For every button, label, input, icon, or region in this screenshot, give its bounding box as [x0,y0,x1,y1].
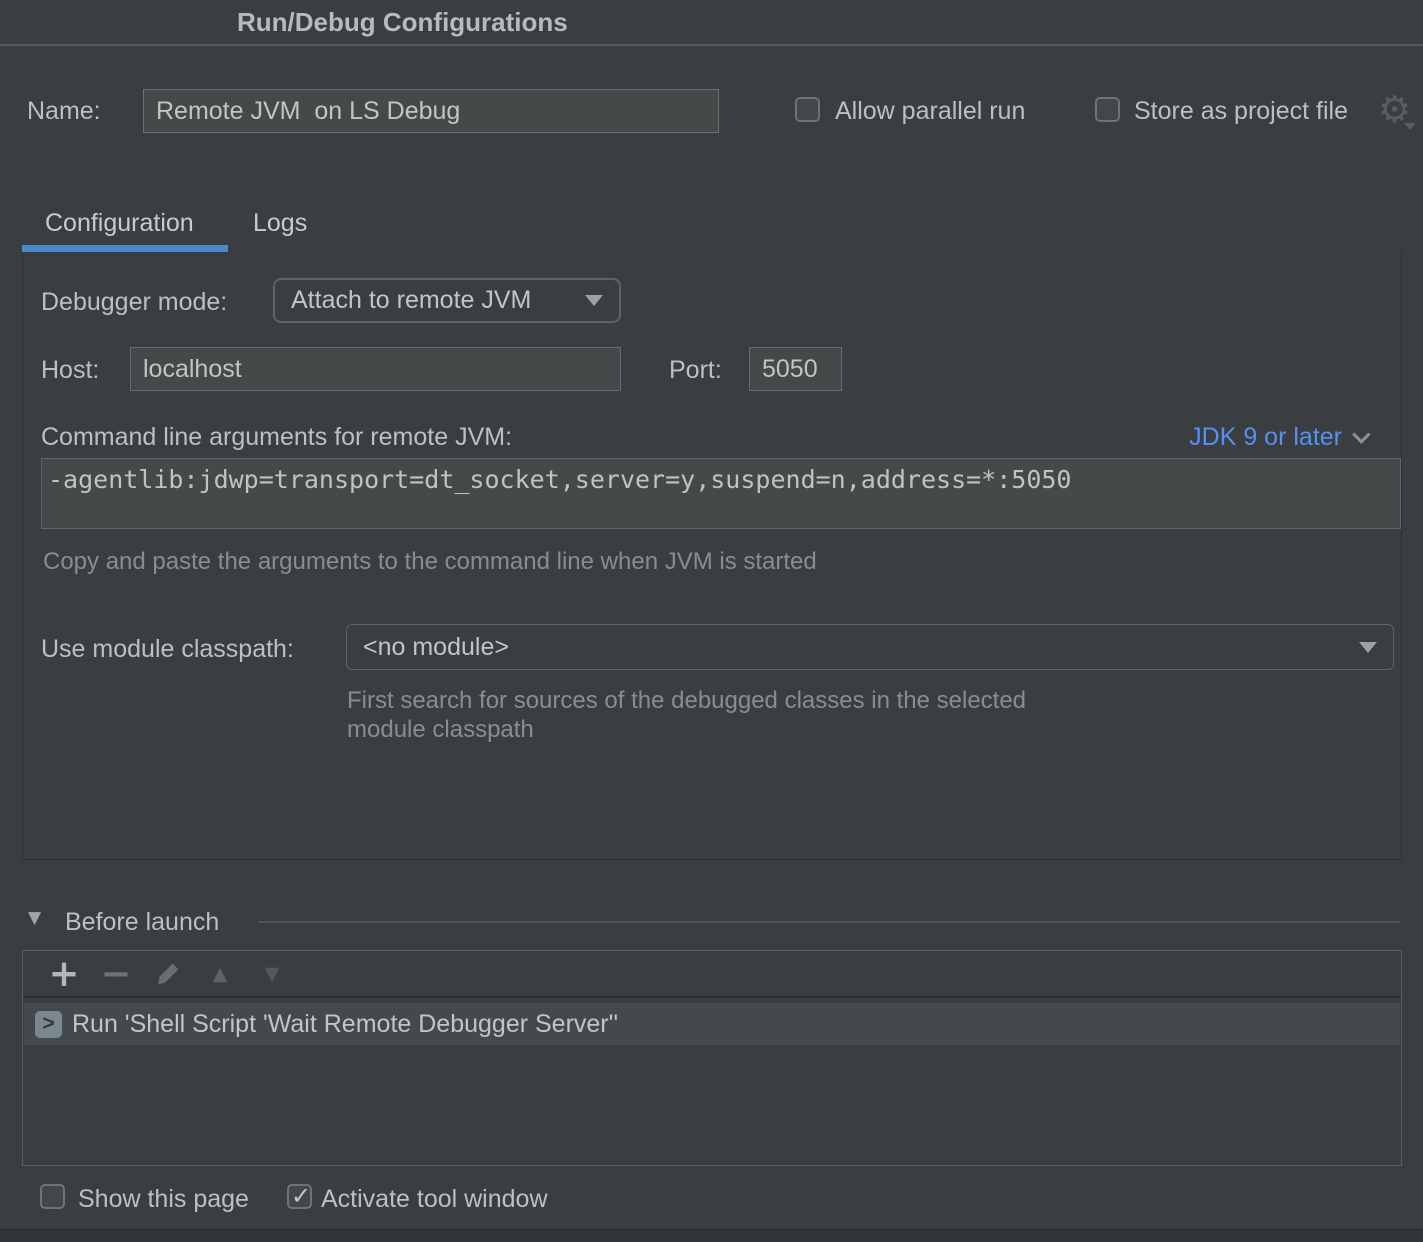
module-classpath-value: <no module> [363,633,509,662]
command-line-hint: Copy and paste the arguments to the comm… [43,548,817,576]
before-launch-task-label: Run 'Shell Script 'Wait Remote Debugger … [72,1010,618,1039]
before-launch-header: ▼ Before launch [0,900,1423,944]
before-launch-task-row[interactable]: > Run 'Shell Script 'Wait Remote Debugge… [24,1003,1400,1045]
add-task-button[interactable]: + [47,954,81,994]
gear-caret-icon [1404,123,1416,130]
store-as-project-file-checkbox[interactable] [1095,97,1120,122]
debugger-mode-select[interactable]: Attach to remote JVM [273,278,621,323]
store-as-project-file-label[interactable]: Store as project file [1134,97,1348,126]
plus-icon: + [48,952,79,995]
host-label: Host: [41,356,99,385]
dialog-title: Run/Debug Configurations [237,0,568,44]
chevron-down-icon [1352,425,1370,443]
name-input[interactable] [143,89,719,133]
show-this-page-checkbox[interactable] [40,1184,65,1209]
host-input[interactable] [130,347,621,391]
remove-task-button[interactable]: − [99,954,133,994]
jdk-version-link[interactable]: JDK 9 or later [1189,423,1342,452]
command-line-label: Command line arguments for remote JVM: [41,423,512,452]
activate-tool-window-checkbox[interactable]: ✓ [287,1184,312,1209]
command-line-arguments-field[interactable]: -agentlib:jdwp=transport=dt_socket,serve… [41,458,1401,529]
move-down-button[interactable]: ▼ [255,954,289,994]
before-launch-toolbar: + − ▲ ▼ [23,951,1401,998]
chevron-down-icon [1359,642,1377,653]
tab-configuration[interactable]: Configuration [45,202,194,245]
gear-icon[interactable]: ⚙ [1378,88,1418,132]
tab-logs[interactable]: Logs [253,202,307,245]
module-classpath-hint: First search for sources of the debugged… [347,686,1026,744]
run-debug-configurations-dialog: Run/Debug Configurations Name: Allow par… [0,0,1423,1242]
dialog-bottom-strip [0,1229,1423,1242]
debugger-mode-value: Attach to remote JVM [291,286,531,315]
before-launch-list: + − ▲ ▼ > Run 'Shell Script 'Wait Remote… [22,950,1402,1166]
allow-parallel-run-checkbox[interactable] [795,97,820,122]
section-divider [258,921,1400,923]
collapse-triangle-icon[interactable]: ▼ [28,908,41,928]
activate-tool-window-label[interactable]: Activate tool window [321,1185,548,1214]
edit-task-button[interactable] [151,954,185,994]
show-this-page-label[interactable]: Show this page [78,1185,249,1214]
shell-script-run-icon: > [35,1011,62,1038]
chevron-down-icon [585,295,603,306]
minus-icon: − [100,952,131,995]
arrow-down-icon: ▼ [265,963,280,985]
arrow-up-icon: ▲ [213,963,228,985]
before-launch-title: Before launch [65,900,219,944]
title-bar: Run/Debug Configurations [0,0,1423,46]
active-tab-underline [22,245,228,252]
module-classpath-select[interactable]: <no module> [346,624,1394,670]
allow-parallel-run-label[interactable]: Allow parallel run [835,97,1025,126]
name-label: Name: [27,97,101,126]
configuration-panel: Debugger mode: Attach to remote JVM Host… [22,252,1402,860]
module-classpath-label: Use module classpath: [41,635,294,664]
debugger-mode-label: Debugger mode: [41,288,227,317]
move-up-button[interactable]: ▲ [203,954,237,994]
checkmark-icon: ✓ [291,1182,311,1211]
pencil-icon [154,960,182,988]
port-label: Port: [669,356,722,385]
port-input[interactable] [749,347,842,391]
jdk-version-dropdown[interactable]: JDK 9 or later [1189,423,1365,452]
